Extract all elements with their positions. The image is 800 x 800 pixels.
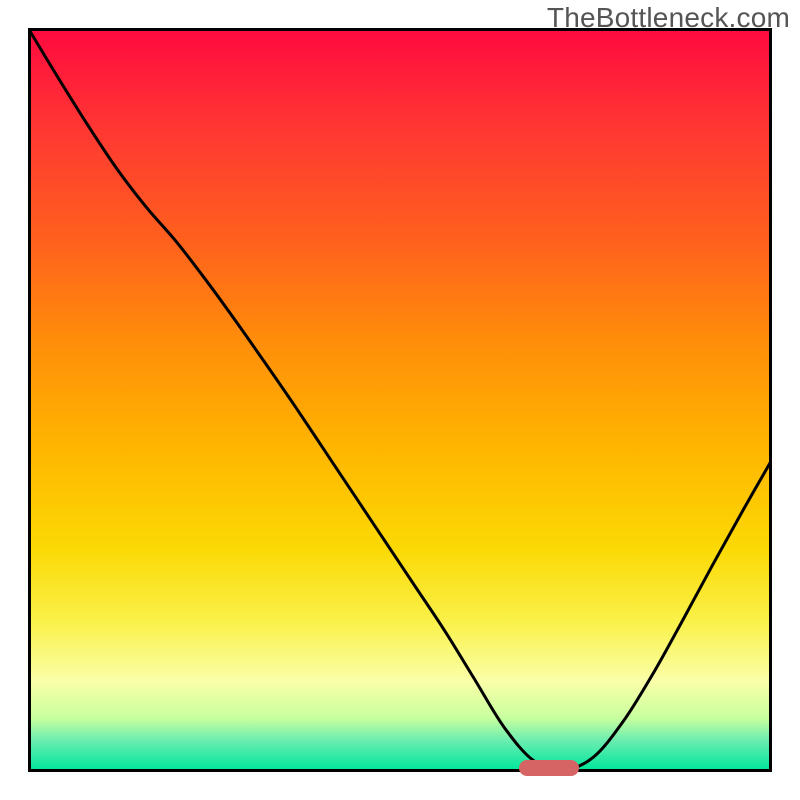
- plot-area: [28, 28, 772, 772]
- optimal-marker: [519, 760, 579, 776]
- axes-border: [30, 30, 771, 771]
- curve-layer: [28, 28, 772, 772]
- chart-frame: TheBottleneck.com: [0, 0, 800, 800]
- watermark-text: TheBottleneck.com: [547, 2, 790, 34]
- bottleneck-curve: [28, 28, 772, 770]
